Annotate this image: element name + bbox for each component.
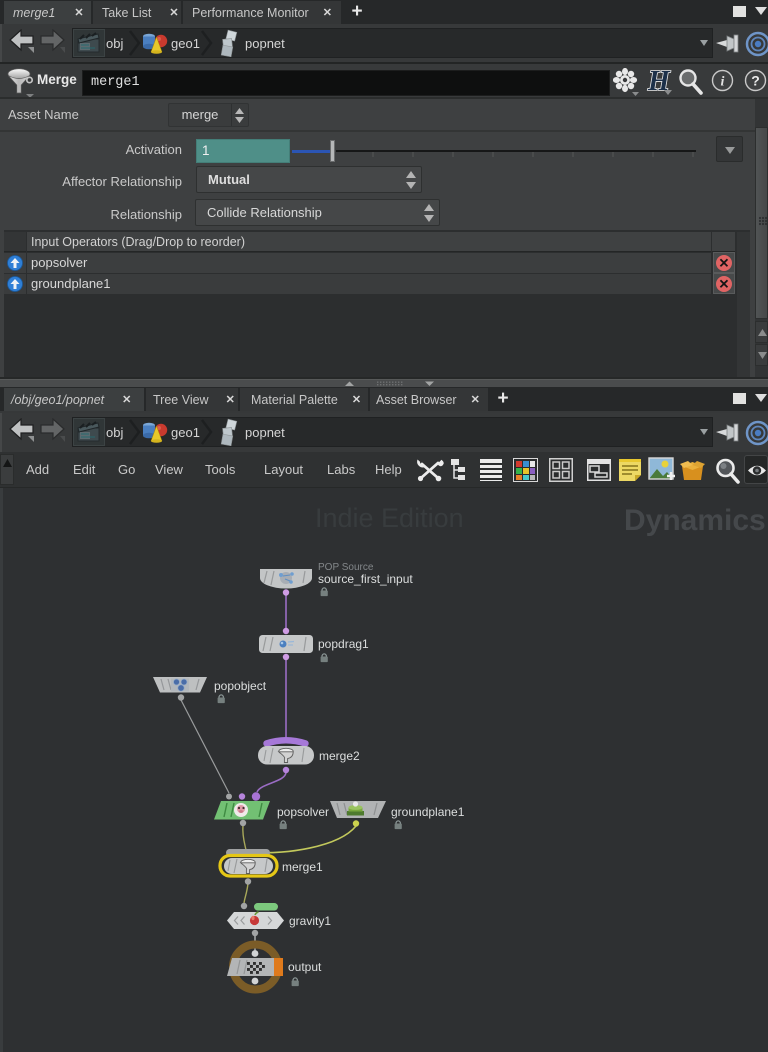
svg-text:i: i [721, 75, 725, 90]
svg-text:✕: ✕ [719, 277, 730, 292]
svg-text:?: ? [751, 73, 760, 89]
svg-text:✕: ✕ [719, 256, 730, 271]
svg-text:gravity1: gravity1 [289, 914, 331, 928]
svg-text:output: output [288, 960, 322, 974]
svg-text:popobject: popobject [214, 679, 267, 693]
svg-text:merge1: merge1 [282, 860, 323, 874]
svg-text:popdrag1: popdrag1 [318, 637, 369, 651]
svg-text:popsolver: popsolver [277, 805, 329, 819]
svg-text:source_first_input: source_first_input [318, 572, 413, 586]
svg-text:groundplane1: groundplane1 [391, 805, 465, 819]
svg-text:merge2: merge2 [319, 749, 360, 763]
